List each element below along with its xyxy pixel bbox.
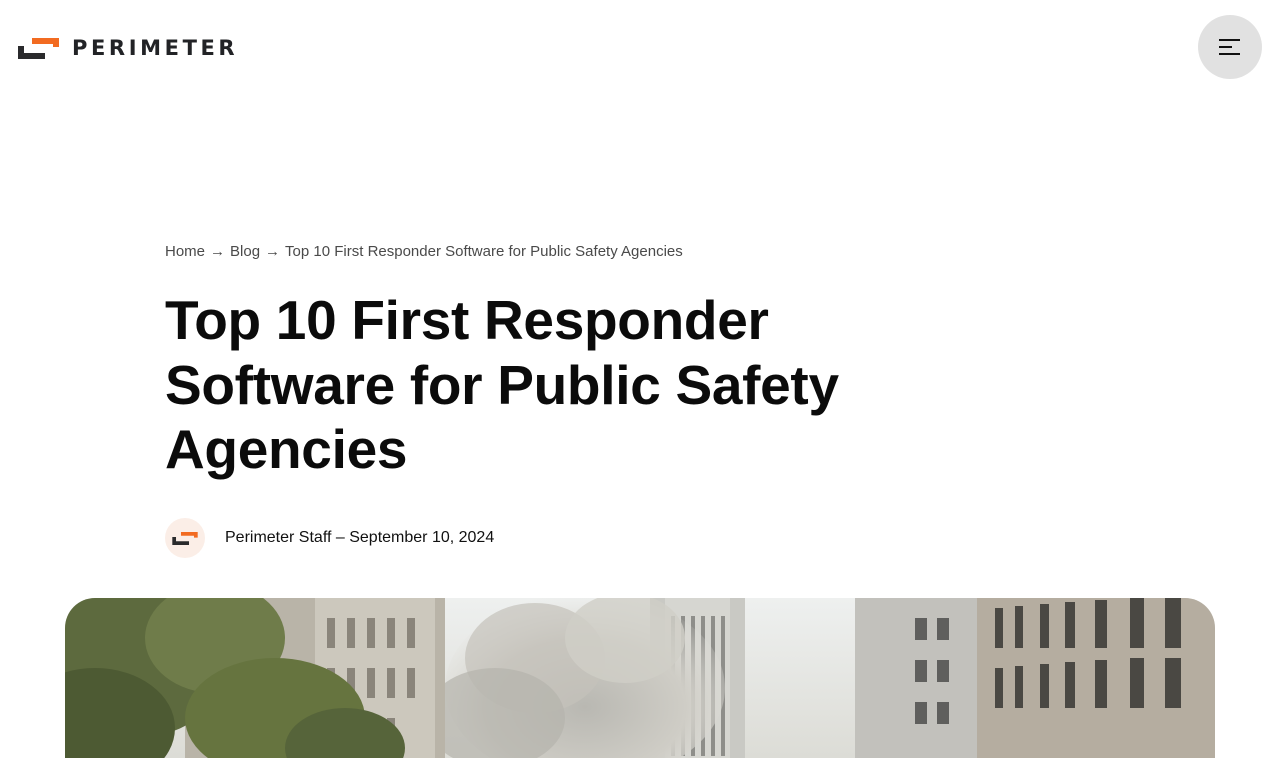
hero-image — [65, 598, 1215, 758]
menu-button[interactable] — [1198, 15, 1262, 79]
breadcrumb-arrow-icon: → — [210, 243, 226, 260]
breadcrumb: Home → Blog → Top 10 First Responder Softwar… — [165, 242, 683, 262]
byline-text: Perimeter Staff – September 10, 2024 — [225, 528, 494, 548]
breadcrumb-blog-link[interactable]: Blog — [230, 243, 260, 260]
breadcrumb-arrow-icon: → — [265, 243, 281, 260]
author-avatar — [165, 518, 205, 558]
author-name: Perimeter Staff — [225, 529, 332, 546]
perimeter-logo-icon — [18, 37, 59, 59]
logo-link[interactable]: PERIMETER — [18, 36, 238, 60]
logo-text: PERIMETER — [72, 36, 239, 60]
page-title: Top 10 First Responder Software for Publ… — [165, 289, 839, 480]
site-header: PERIMETER — [0, 0, 1280, 96]
byline-separator: – — [335, 529, 345, 546]
hamburger-menu-icon — [1219, 39, 1240, 55]
perimeter-logo-icon — [172, 531, 198, 545]
breadcrumb-home-link[interactable]: Home — [165, 243, 205, 260]
breadcrumb-current: Top 10 First Responder Software for Publ… — [285, 243, 683, 260]
article-byline: Perimeter Staff – September 10, 2024 — [165, 518, 494, 558]
hero-image-illustration — [65, 598, 1215, 758]
publish-date: September 10, 2024 — [349, 529, 495, 546]
